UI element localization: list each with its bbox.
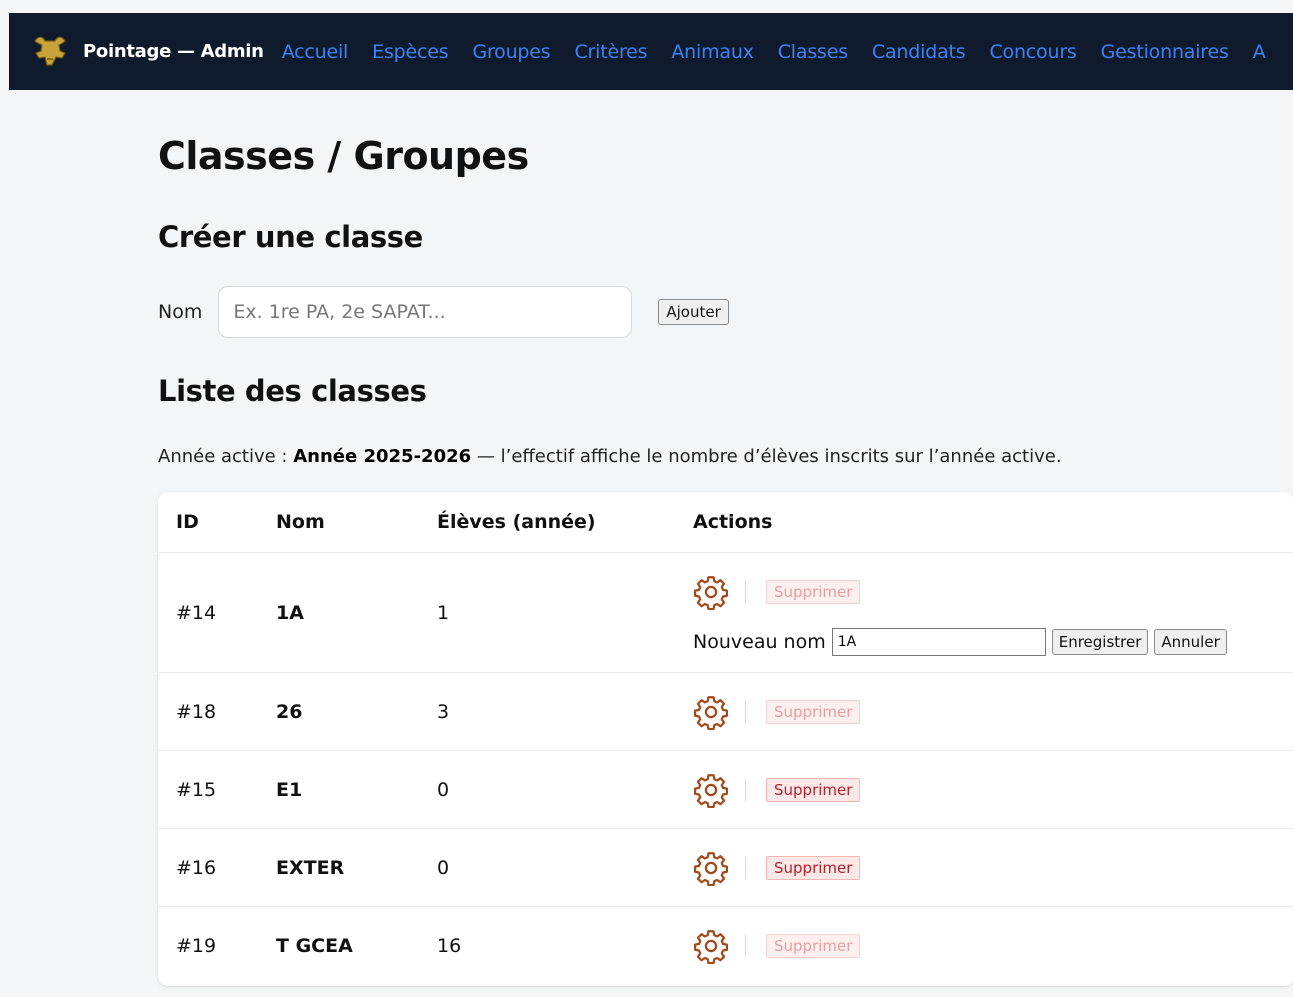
- col-id-header: ID: [176, 511, 199, 533]
- top-navbar: Pointage — Admin Accueil Espèces Groupes…: [9, 13, 1293, 90]
- rename-label: Nouveau nom: [693, 631, 826, 653]
- row-nom: EXTER: [276, 857, 345, 879]
- gear-icon[interactable]: [693, 574, 729, 610]
- classes-table: ID Nom Élèves (année) Actions #14 1A 1 S…: [158, 492, 1293, 986]
- action-separator: [745, 935, 746, 957]
- brand-title[interactable]: Pointage — Admin: [83, 41, 264, 62]
- rename-input[interactable]: [831, 628, 1046, 656]
- delete-button[interactable]: Supprimer: [766, 934, 861, 958]
- row-eleves: 0: [437, 857, 450, 879]
- table-header: ID Nom Élèves (année) Actions: [158, 492, 1293, 553]
- cancel-button[interactable]: Annuler: [1154, 629, 1227, 655]
- row-actions: Supprimer: [693, 574, 861, 610]
- gear-icon[interactable]: [693, 850, 729, 886]
- nav-criteres[interactable]: Critères: [574, 41, 647, 63]
- row-actions: Supprimer: [693, 772, 861, 808]
- table-row: #18 26 3 Supprimer: [158, 672, 1293, 751]
- row-nom: 26: [276, 701, 303, 723]
- row-nom: 1A: [276, 602, 304, 624]
- nav-animaux[interactable]: Animaux: [671, 41, 754, 63]
- action-separator: [745, 581, 746, 603]
- name-label: Nom: [158, 301, 203, 323]
- nav-more[interactable]: A: [1253, 41, 1266, 63]
- table-row: #19 T GCEA 16 Supprimer: [158, 906, 1293, 986]
- delete-button[interactable]: Supprimer: [766, 700, 861, 724]
- main-nav: Accueil Espèces Groupes Critères Animaux…: [282, 41, 1290, 63]
- create-form: Nom Ajouter: [158, 286, 729, 338]
- save-button[interactable]: Enregistrer: [1051, 629, 1149, 655]
- page-title: Classes / Groupes: [158, 134, 529, 178]
- action-separator: [745, 779, 746, 801]
- rename-form: Nouveau nom Enregistrer Annuler: [693, 628, 1227, 656]
- gear-icon[interactable]: [693, 694, 729, 730]
- action-separator: [745, 701, 746, 723]
- row-actions: Supprimer: [693, 928, 861, 964]
- row-id: #19: [176, 935, 217, 957]
- row-id: #18: [176, 701, 217, 723]
- row-eleves: 3: [437, 701, 450, 723]
- row-eleves: 1: [437, 602, 450, 624]
- list-section-title: Liste des classes: [158, 374, 427, 408]
- gear-icon[interactable]: [693, 928, 729, 964]
- bull-logo-icon: [34, 36, 66, 66]
- active-year-value: Année 2025-2026: [293, 446, 472, 467]
- nav-candidats[interactable]: Candidats: [872, 41, 966, 63]
- nav-concours[interactable]: Concours: [989, 41, 1076, 63]
- row-eleves: 16: [437, 935, 462, 957]
- delete-button[interactable]: Supprimer: [766, 856, 861, 880]
- table-row: #16 EXTER 0 Supprimer: [158, 828, 1293, 907]
- create-section-title: Créer une classe: [158, 220, 423, 254]
- delete-button[interactable]: Supprimer: [766, 580, 861, 604]
- col-actions-header: Actions: [693, 511, 773, 533]
- row-nom: E1: [276, 779, 303, 801]
- row-id: #16: [176, 857, 217, 879]
- nav-especes[interactable]: Espèces: [372, 41, 448, 63]
- col-nom-header: Nom: [276, 511, 325, 533]
- nav-classes[interactable]: Classes: [778, 41, 848, 63]
- row-id: #15: [176, 779, 217, 801]
- nav-gestionnaires[interactable]: Gestionnaires: [1101, 41, 1229, 63]
- table-row: #14 1A 1 Supprimer Nouveau nom Enregistr…: [158, 552, 1293, 673]
- active-year-suffix: — l’effectif affiche le nombre d’élèves …: [471, 446, 1062, 467]
- active-year-note: Année active : Année 2025-2026 — l’effec…: [158, 446, 1062, 467]
- col-eleves-header: Élèves (année): [437, 511, 596, 533]
- row-eleves: 0: [437, 779, 450, 801]
- row-nom: T GCEA: [276, 935, 353, 957]
- class-name-input[interactable]: [218, 286, 633, 338]
- row-id: #14: [176, 602, 217, 624]
- table-row: #15 E1 0 Supprimer: [158, 750, 1293, 829]
- nav-accueil[interactable]: Accueil: [282, 41, 349, 63]
- row-actions: Supprimer: [693, 694, 861, 730]
- action-separator: [745, 857, 746, 879]
- row-actions: Supprimer: [693, 850, 861, 886]
- gear-icon[interactable]: [693, 772, 729, 808]
- nav-groupes[interactable]: Groupes: [472, 41, 550, 63]
- add-button[interactable]: Ajouter: [658, 299, 729, 325]
- active-year-prefix: Année active :: [158, 446, 294, 467]
- delete-button[interactable]: Supprimer: [766, 778, 861, 802]
